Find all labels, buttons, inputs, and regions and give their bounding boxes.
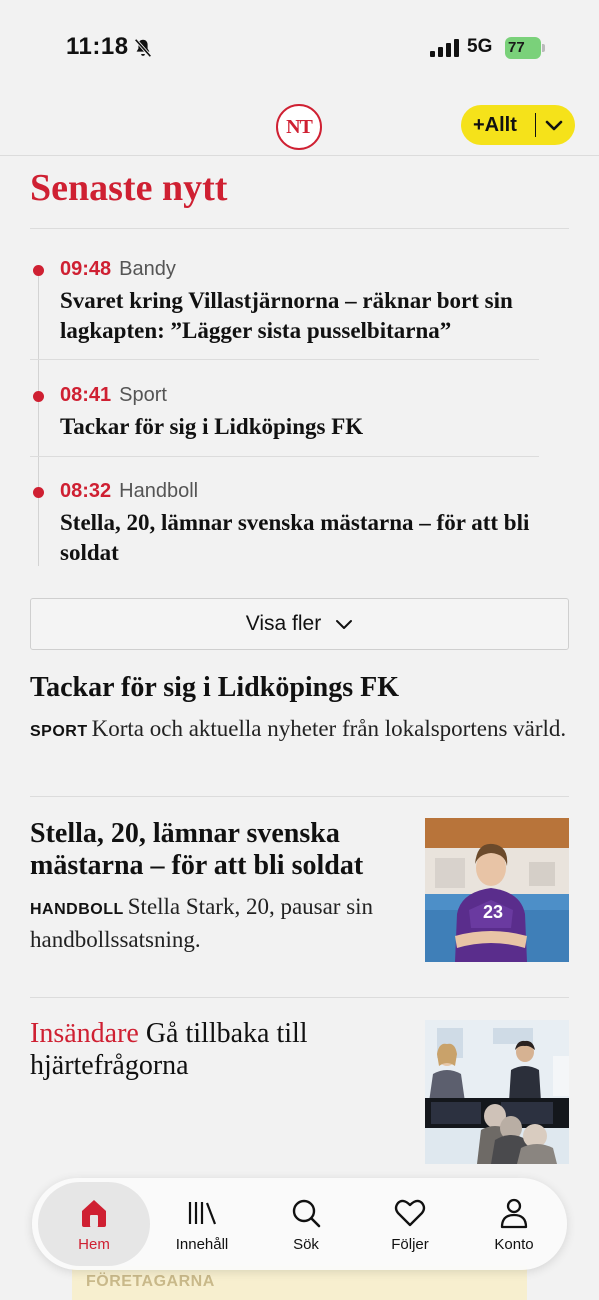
news-meta: 08:32 Handboll xyxy=(60,480,198,503)
news-headline[interactable]: Stella, 20, lämnar svenska mästarna – fö… xyxy=(60,508,569,568)
filter-label: +Allt xyxy=(473,113,517,136)
filter-dropdown-button[interactable]: +Allt xyxy=(461,105,575,145)
app-header: NT +Allt xyxy=(0,96,599,156)
timeline-dot xyxy=(33,487,44,498)
timeline-dot xyxy=(33,265,44,276)
article-summary: HANDBOLL Stella Stark, 20, pausar sin han… xyxy=(30,892,410,955)
ad-banner[interactable]: FÖRETAGARNA xyxy=(72,1266,527,1300)
jersey-number: 23 xyxy=(483,902,503,922)
filter-divider xyxy=(535,113,536,137)
article-headline[interactable]: Stella, 20, lämnar svenska mästarna – fö… xyxy=(30,818,410,882)
article-image-debate-panel[interactable] xyxy=(425,1020,569,1164)
library-icon xyxy=(188,1201,217,1224)
nav-label: Följer xyxy=(391,1235,429,1253)
nav-item-home[interactable]: Hem xyxy=(38,1182,150,1266)
article-card[interactable]: Tackar för sig i Lidköpings FK SPORT Kort… xyxy=(30,672,569,747)
nav-item-following[interactable]: Följer xyxy=(358,1182,462,1266)
news-headline[interactable]: Tackar för sig i Lidköpings FK xyxy=(60,412,569,442)
timeline-line xyxy=(38,268,39,566)
article-kicker: HANDBOLL xyxy=(30,901,124,918)
account-icon xyxy=(500,1198,528,1228)
news-headline[interactable]: Svaret kring Villastjärnorna – räknar bo… xyxy=(60,286,569,346)
chevron-down-icon xyxy=(336,620,353,629)
timeline-dot xyxy=(33,391,44,402)
signal-icon xyxy=(430,39,459,57)
ad-text: FÖRETAGARNA xyxy=(86,1273,215,1290)
article-headline[interactable]: Insändare Gå tillbaka till hjärtefrågorn… xyxy=(30,1018,410,1082)
section-title-latest: Senaste nytt xyxy=(30,167,228,209)
news-category: Handboll xyxy=(119,480,199,502)
article-kicker: SPORT xyxy=(30,723,88,740)
news-time: 08:32 xyxy=(60,480,112,502)
network-label: 5G xyxy=(467,36,493,57)
bell-slash-icon xyxy=(134,38,152,58)
divider xyxy=(30,359,539,360)
article-label: Insändare xyxy=(30,1018,139,1049)
heart-icon xyxy=(394,1199,426,1226)
article-summary-text: Korta och aktuella nyheter från lokalspo… xyxy=(91,716,567,741)
battery-level: 77 xyxy=(508,39,525,56)
divider xyxy=(30,796,569,797)
divider xyxy=(30,456,539,457)
nav-label: Sök xyxy=(293,1235,319,1253)
article-headline[interactable]: Tackar för sig i Lidköpings FK xyxy=(30,672,569,704)
article-image-handball-player[interactable]: 23 xyxy=(425,818,569,962)
nav-label: Konto xyxy=(494,1235,534,1253)
nav-item-search[interactable]: Sök xyxy=(254,1182,358,1266)
bottom-navigation: Hem Innehåll Sök Följer Konto xyxy=(32,1178,567,1270)
nav-item-account[interactable]: Konto xyxy=(462,1182,566,1266)
news-time: 08:41 xyxy=(60,384,112,406)
news-category: Bandy xyxy=(119,258,176,280)
status-time: 11:18 xyxy=(66,33,129,60)
chevron-down-icon xyxy=(545,120,563,131)
home-icon xyxy=(82,1199,106,1227)
article-summary: SPORT Korta och aktuella nyheter från lok… xyxy=(30,714,569,747)
divider xyxy=(30,997,569,998)
battery-icon: 77 xyxy=(505,37,545,59)
status-bar: 11:18 5G 77 xyxy=(0,0,599,96)
news-category: Sport xyxy=(119,384,167,406)
divider xyxy=(30,228,569,229)
nav-item-content[interactable]: Innehåll xyxy=(150,1182,254,1266)
nav-label: Innehåll xyxy=(175,1235,229,1253)
nav-label: Hem xyxy=(78,1235,110,1253)
show-more-button[interactable]: Visa fler xyxy=(30,598,569,650)
show-more-label: Visa fler xyxy=(245,612,322,635)
news-time: 09:48 xyxy=(60,258,112,280)
news-meta: 08:41 Sport xyxy=(60,384,167,407)
nt-logo[interactable]: NT xyxy=(276,104,322,150)
news-meta: 09:48 Bandy xyxy=(60,258,176,281)
search-icon xyxy=(292,1199,321,1227)
